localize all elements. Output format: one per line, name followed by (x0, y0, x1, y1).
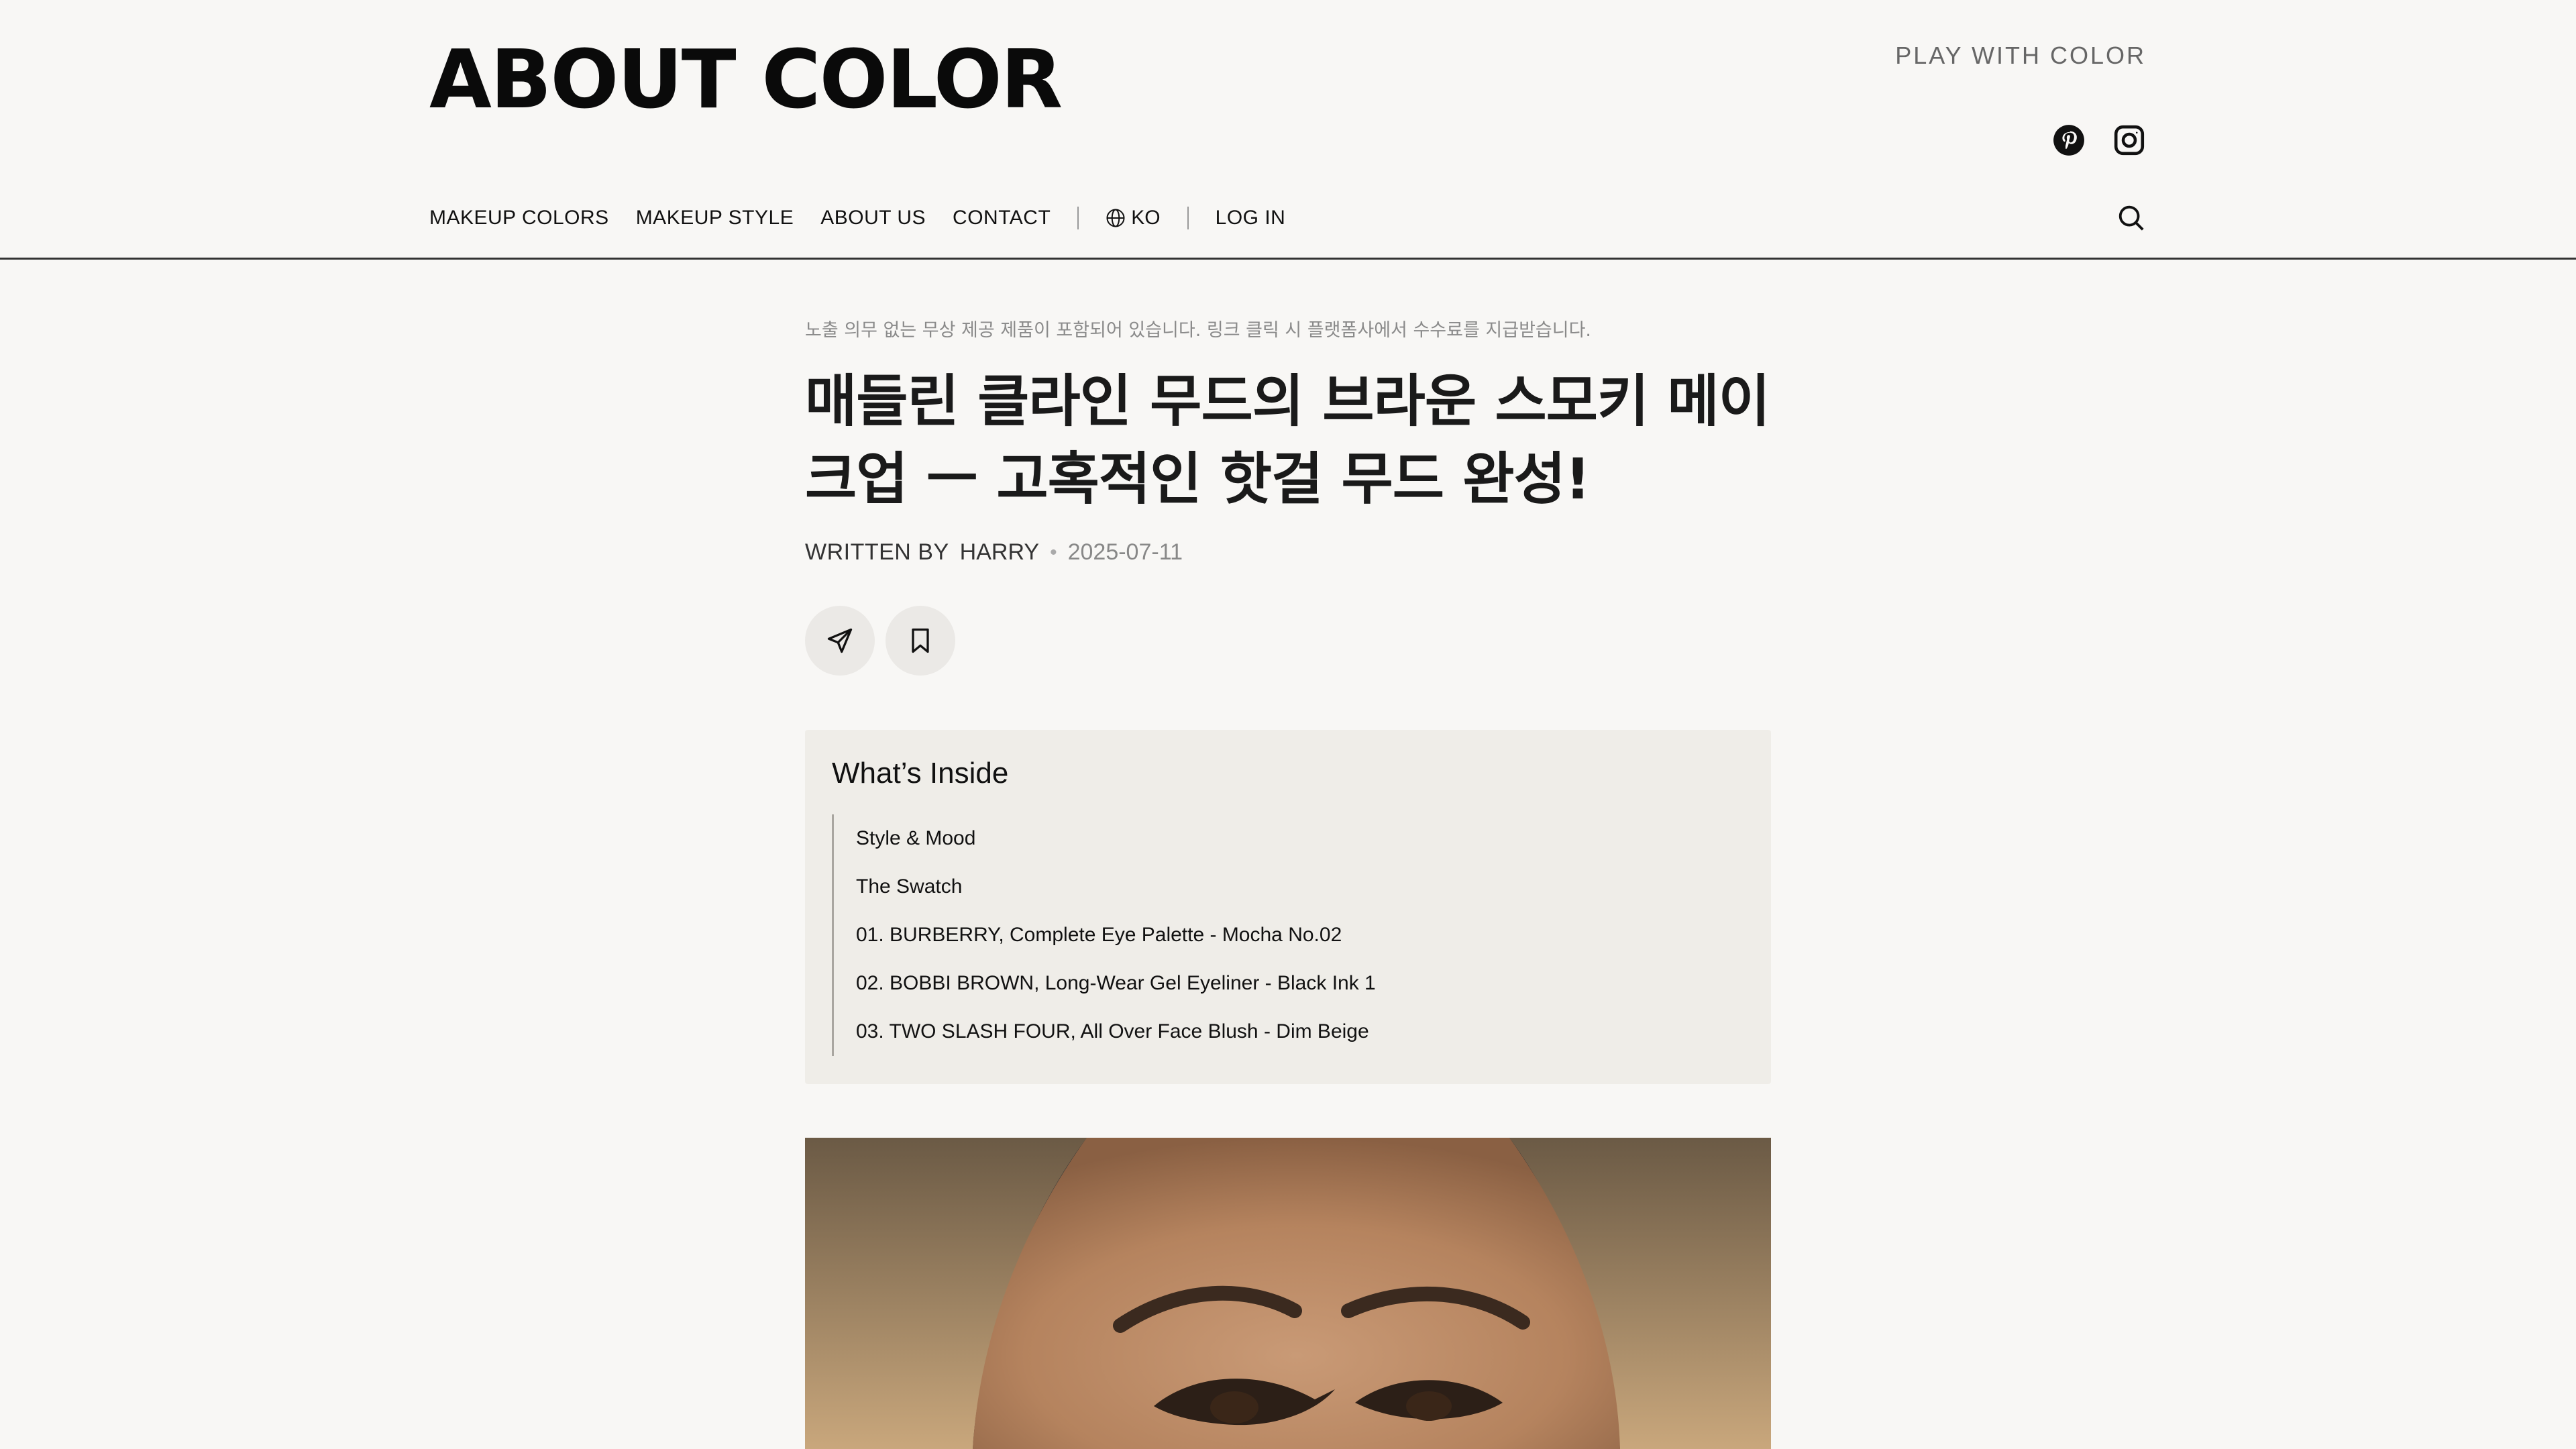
bookmark-icon (912, 628, 929, 653)
table-of-contents: What’s Inside Style & Mood The Swatch 01… (805, 730, 1771, 1084)
toc-item[interactable]: The Swatch (856, 863, 1376, 911)
language-label: KO (1131, 207, 1161, 229)
share-icon (827, 628, 853, 653)
toc-item[interactable]: 02. BOBBI BROWN, Long-Wear Gel Eyeliner … (856, 959, 1376, 1008)
main-nav: MAKEUP COLORS MAKEUP STYLE ABOUT US CONT… (429, 203, 1312, 233)
nav-divider (1187, 207, 1189, 229)
toc-item[interactable]: 01. BURBERRY, Complete Eye Palette - Moc… (856, 911, 1376, 959)
nav-item-about-us[interactable]: ABOUT US (820, 207, 926, 229)
login-link[interactable]: LOG IN (1216, 207, 1286, 229)
site-logo[interactable]: ABOUT COLOR (429, 34, 1063, 127)
bookmark-button[interactable] (885, 606, 955, 676)
nav-divider (1077, 207, 1079, 229)
nav-item-contact[interactable]: CONTACT (953, 207, 1051, 229)
instagram-icon[interactable] (2112, 123, 2146, 157)
globe-icon (1106, 209, 1125, 227)
social-links (2052, 123, 2146, 157)
author-name[interactable]: HARRY (960, 539, 1039, 566)
search-button[interactable] (2116, 203, 2147, 233)
language-selector[interactable]: KO (1106, 207, 1161, 229)
toc-list: Style & Mood The Swatch 01. BURBERRY, Co… (832, 814, 1376, 1056)
nav-item-makeup-style[interactable]: MAKEUP STYLE (636, 207, 794, 229)
publish-date: 2025-07-11 (1067, 539, 1183, 565)
toc-item[interactable]: 03. TWO SLASH FOUR, All Over Face Blush … (856, 1008, 1376, 1056)
nav-item-makeup-colors[interactable]: MAKEUP COLORS (429, 207, 609, 229)
article-byline: WRITTEN BY HARRY • 2025-07-11 (805, 539, 1183, 566)
hero-image (805, 1138, 1771, 1449)
pinterest-icon[interactable] (2052, 123, 2086, 157)
written-by-label: WRITTEN BY (805, 539, 949, 565)
site-tagline: PLAY WITH COLOR (1895, 42, 2146, 69)
share-button[interactable] (805, 606, 875, 676)
toc-title: What’s Inside (832, 757, 1009, 790)
search-icon (2118, 205, 2144, 231)
header-divider (0, 258, 2576, 260)
affiliate-disclaimer: 노출 의무 없는 무상 제공 제품이 포함되어 있습니다. 링크 클릭 시 플랫… (805, 320, 1592, 341)
article-title: 매들린 클라인 무드의 브라운 스모키 메이크업 ㅡ 고혹적인 핫걸 무드 완성… (805, 368, 1770, 512)
toc-item[interactable]: Style & Mood (856, 814, 1376, 863)
byline-separator: • (1050, 541, 1057, 564)
